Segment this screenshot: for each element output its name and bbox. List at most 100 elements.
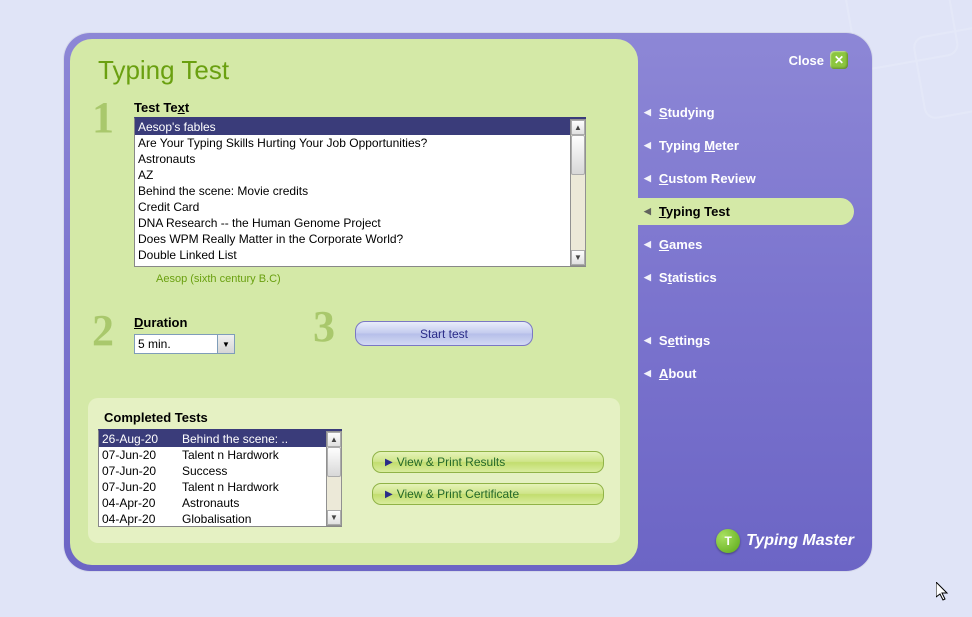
step-number-3: 3 (313, 301, 335, 352)
test-text-listbox[interactable]: Aesop's fablesAre Your Typing Skills Hur… (134, 117, 586, 267)
sidebar-item-label: Studying (659, 105, 715, 120)
completed-date: 04-Apr-20 (102, 495, 182, 511)
list-item[interactable]: 07-Jun-20Talent n Hardwork (99, 479, 326, 495)
step-3-section: 3 Start test (315, 315, 533, 346)
close-button[interactable]: ✕ (830, 51, 848, 69)
close-icon: ✕ (834, 53, 844, 67)
chevron-left-icon: ◀ (644, 335, 651, 346)
step-number-2: 2 (92, 305, 114, 356)
completed-date: 04-Apr-20 (102, 511, 182, 526)
sidebar-nav: ◀ Studying ◀ Typing Meter ◀ Custom Review ◀ Typ… (644, 99, 854, 387)
close-label: Close (789, 53, 824, 68)
button-label: View & Print Certificate (397, 487, 520, 501)
sidebar-item[interactable]: ◀ Statistics (636, 264, 854, 291)
completed-title: Talent n Hardwork (182, 447, 279, 463)
sidebar-item[interactable]: ◀ Settings (636, 327, 854, 354)
list-item[interactable]: 04-Apr-20Globalisation (99, 511, 326, 526)
sidebar-item-label: Games (659, 237, 702, 252)
completed-title: Astronauts (182, 495, 239, 511)
sidebar-item[interactable]: ◀ About (636, 360, 854, 387)
dropdown-arrow-icon[interactable]: ▼ (218, 334, 235, 354)
completed-date: 07-Jun-20 (102, 463, 182, 479)
view-print-certificate-button[interactable]: ▶ View & Print Certificate (372, 483, 604, 505)
logo-mark-icon: T (716, 529, 740, 553)
sidebar-item-label: Settings (659, 333, 710, 348)
chevron-left-icon: ◀ (644, 368, 651, 379)
completed-tests-section: Completed Tests 26-Aug-20Behind the scen… (88, 398, 620, 543)
scroll-down-button[interactable]: ▼ (327, 510, 341, 525)
sidebar-item[interactable]: ◀ Games (636, 231, 854, 258)
list-item[interactable]: Are Your Typing Skills Hurting Your Job … (135, 135, 570, 151)
sidebar-item[interactable]: ◀ Studying (636, 99, 854, 126)
main-panel: Typing Test 1 Test Text Aesop's fablesAr… (70, 39, 638, 565)
chevron-left-icon: ◀ (644, 239, 651, 250)
completed-title: Success (182, 463, 227, 479)
step-2-section: 2 Duration ▼ (94, 315, 235, 354)
scroll-thumb[interactable] (327, 447, 341, 477)
chevron-left-icon: ◀ (644, 173, 651, 184)
completed-tests-listbox[interactable]: 26-Aug-20Behind the scene: ..07-Jun-20Ta… (98, 429, 342, 527)
scroll-track[interactable] (571, 135, 585, 250)
list-item[interactable]: Behind the scene: Movie credits (135, 183, 570, 199)
completed-tests-label: Completed Tests (104, 410, 604, 425)
duration-dropdown[interactable]: ▼ (134, 334, 235, 354)
list-item[interactable]: 26-Aug-20Behind the scene: .. (99, 431, 326, 447)
sidebar-item-label: About (659, 366, 697, 381)
chevron-left-icon: ◀ (644, 107, 651, 118)
list-item[interactable]: Double Linked List (135, 247, 570, 263)
sidebar-item-label: Typing Meter (659, 138, 739, 153)
sidebar-item[interactable]: ◀ Typing Meter (636, 132, 854, 159)
sidebar-item-label: Statistics (659, 270, 717, 285)
completed-title: Behind the scene: .. (182, 431, 288, 447)
list-item[interactable]: 07-Jun-20Success (99, 463, 326, 479)
label-post: uration (143, 315, 187, 330)
sidebar-item[interactable]: ◀ Typing Test (636, 198, 854, 225)
scrollbar[interactable]: ▲ ▼ (570, 119, 586, 266)
view-print-results-button[interactable]: ▶ View & Print Results (372, 451, 604, 473)
scroll-thumb[interactable] (571, 135, 585, 175)
completed-date: 07-Jun-20 (102, 479, 182, 495)
page-title: Typing Test (98, 55, 614, 86)
test-text-label: Test Text (134, 100, 614, 115)
scroll-up-button[interactable]: ▲ (571, 120, 585, 135)
list-item[interactable]: Astronauts (135, 151, 570, 167)
duration-label: Duration (134, 315, 235, 330)
scroll-up-button[interactable]: ▲ (327, 432, 341, 447)
chevron-left-icon: ◀ (644, 272, 651, 283)
step-number-1: 1 (92, 92, 114, 143)
completed-title: Talent n Hardwork (182, 479, 279, 495)
list-item[interactable]: Credit Card (135, 199, 570, 215)
sidebar-item-label: Typing Test (659, 204, 730, 219)
text-author-caption: Aesop (sixth century B.C) (156, 273, 614, 285)
scrollbar[interactable]: ▲ ▼ (326, 431, 342, 526)
completed-title: Globalisation (182, 511, 251, 526)
duration-input[interactable] (134, 334, 218, 354)
logo-text: Typing Master (746, 532, 854, 550)
list-item[interactable]: Does WPM Really Matter in the Corporate … (135, 231, 570, 247)
label-u: x (178, 100, 185, 115)
scroll-track[interactable] (327, 447, 341, 510)
sidebar-item[interactable]: ◀ Custom Review (636, 165, 854, 192)
triangle-icon: ▶ (385, 457, 393, 468)
completed-date: 07-Jun-20 (102, 447, 182, 463)
label-post: t (185, 100, 189, 115)
label-u: D (134, 315, 143, 330)
scroll-down-button[interactable]: ▼ (571, 250, 585, 265)
triangle-icon: ▶ (385, 489, 393, 500)
list-item[interactable]: Aesop's fables (135, 119, 570, 135)
start-test-button[interactable]: Start test (355, 321, 533, 346)
cursor-icon (936, 582, 952, 607)
list-item[interactable]: 07-Jun-20Talent n Hardwork (99, 447, 326, 463)
app-window: Typing Test 1 Test Text Aesop's fablesAr… (64, 33, 872, 571)
list-item[interactable]: 04-Apr-20Astronauts (99, 495, 326, 511)
sidebar-gap (644, 297, 854, 321)
chevron-left-icon: ◀ (644, 206, 651, 217)
step-1-section: 1 Test Text Aesop's fablesAre Your Typin… (94, 100, 614, 285)
list-item[interactable]: AZ (135, 167, 570, 183)
button-label: View & Print Results (397, 455, 506, 469)
chevron-left-icon: ◀ (644, 140, 651, 151)
list-item[interactable]: DNA Research -- the Human Genome Project (135, 215, 570, 231)
label-pre: Test Te (134, 100, 178, 115)
completed-date: 26-Aug-20 (102, 431, 182, 447)
sidebar-item-label: Custom Review (659, 171, 756, 186)
